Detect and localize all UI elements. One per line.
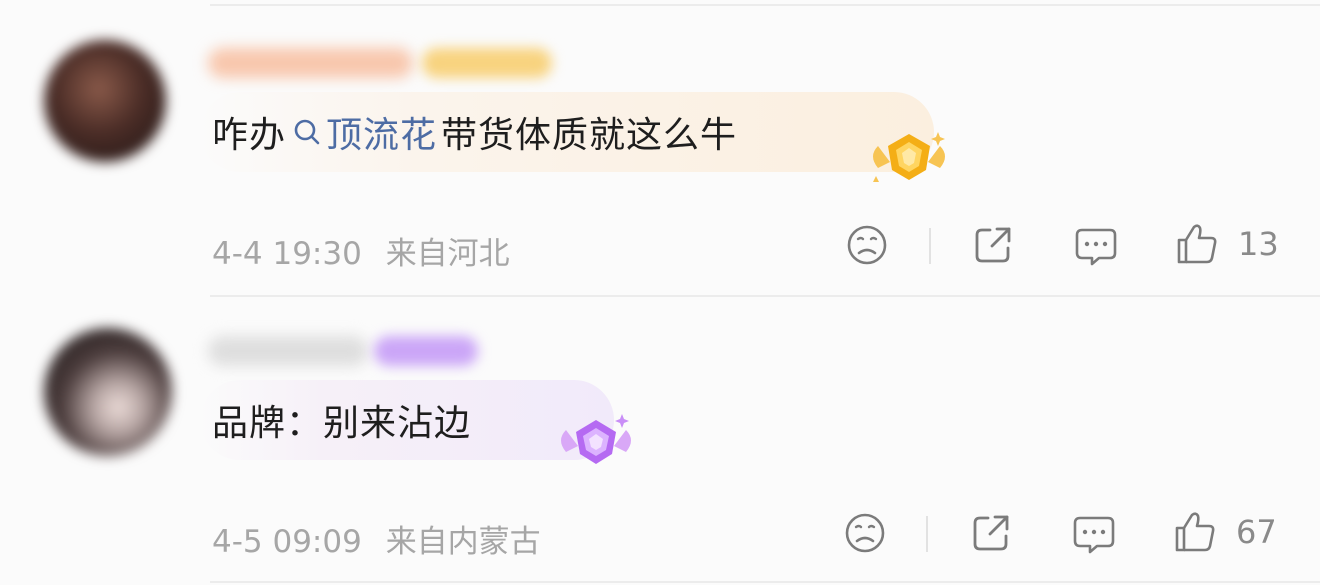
sad-face-icon [847,225,887,265]
comment-text-suffix: 带货体质就这么牛 [441,115,738,156]
comment-body: 品牌：别来沾边 [200,380,614,460]
member-badge[interactable] [374,336,478,366]
comment-time: 4-5 09:09 [212,524,362,560]
username[interactable] [208,48,413,78]
like-count: 67 [1236,513,1277,551]
thumbs-up-icon [1175,512,1215,552]
comment-icon [1073,516,1115,554]
comment-location: 来自河北 [385,236,510,272]
avatar[interactable] [44,328,172,456]
dislike-button[interactable] [844,512,886,554]
comment-button[interactable] [1072,514,1116,556]
comment-text: 咋办 [212,115,287,156]
like-button[interactable]: 13 [1176,222,1279,266]
action-separator [929,228,931,264]
comment-meta: 4-4 19:30 来自河北 [212,228,510,273]
avatar[interactable] [44,40,166,162]
share-icon [975,227,1011,263]
action-separator [926,516,928,552]
purple-medal-icon [561,414,631,464]
comment-divider [210,295,1320,297]
comment-button[interactable] [1074,226,1118,268]
username[interactable] [208,336,368,366]
thumbs-up-icon [1177,224,1217,264]
comment-text: 品牌：别来沾边 [212,403,472,444]
comment-time: 4-4 19:30 [212,236,362,272]
share-button[interactable] [972,224,1014,266]
comment-meta: 4-5 09:09 来自内蒙古 [212,516,541,561]
topic-label: 顶流花 [326,115,438,156]
share-icon [973,515,1009,551]
search-icon [294,119,320,145]
like-button[interactable]: 67 [1174,510,1277,554]
member-badge[interactable] [422,48,552,78]
sad-face-icon [845,513,885,553]
dislike-button[interactable] [846,224,888,266]
comment-location: 来自内蒙古 [385,524,541,560]
comment-item: 品牌：别来沾边 4-5 09:09 来自内蒙古 67 [0,298,1320,585]
comment-body: 咋办 顶流花 带货体质就这么牛 [200,92,934,172]
comment-icon [1075,228,1117,266]
gold-medal-icon [873,132,945,182]
topic-link[interactable]: 顶流花 [292,106,437,158]
comment-item: 咋办 顶流花 带货体质就这么牛 4-4 19:30 来自河北 13 [0,0,1320,296]
share-button[interactable] [970,512,1012,554]
bottom-divider [210,581,1320,583]
like-count: 13 [1238,225,1279,263]
